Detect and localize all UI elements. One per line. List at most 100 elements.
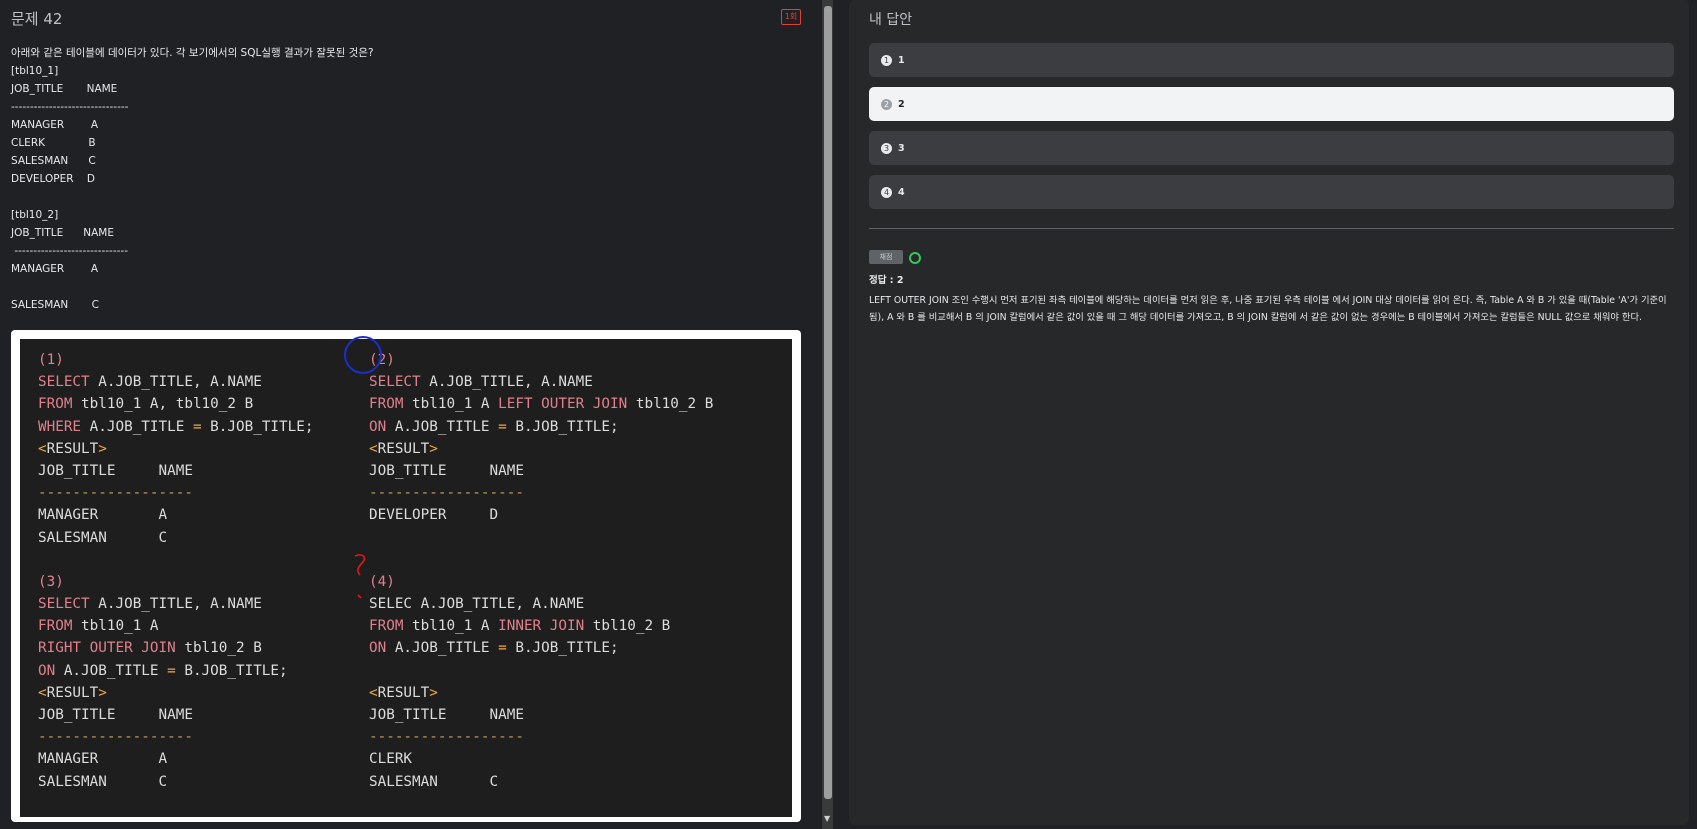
code-token: WHERE <box>38 418 82 435</box>
code-token: (1) <box>38 352 64 368</box>
code-line: FROM tbl10_1 A <box>38 615 313 637</box>
code-token: B.JOB_TITLE; <box>506 640 619 657</box>
answer-option-4[interactable]: 4 4 <box>869 175 1674 209</box>
code-token: SALESMAN C <box>38 529 168 546</box>
question-line: MANAGER A <box>11 263 99 275</box>
correct-mark-icon <box>909 252 921 264</box>
code-token: CLERK <box>369 751 413 768</box>
code-token: tbl10_1 A <box>72 618 159 635</box>
code-token: RESULT <box>377 684 430 701</box>
code-token: SELECT <box>38 596 90 613</box>
code-token: FROM <box>38 618 73 635</box>
code-token: tbl10_1 A, tbl10_2 B <box>72 396 254 413</box>
code-line: FROM tbl10_1 A, tbl10_2 B <box>38 393 313 415</box>
option-label: 3 <box>898 142 905 154</box>
question-line: SALESMAN C <box>11 155 96 167</box>
code-token: JOB_TITLE NAME <box>369 462 524 479</box>
code-line: (2) <box>369 349 713 371</box>
code-line: JOB_TITLE NAME <box>369 460 713 482</box>
annotation-scribble <box>354 554 366 599</box>
annotation-circle <box>344 336 382 374</box>
code-token: ------------------ <box>38 729 193 746</box>
code-line: MANAGER A <box>38 504 313 526</box>
code-line: SALESMAN C <box>38 527 313 549</box>
code-token: MANAGER A <box>38 507 168 524</box>
code-token: FROM <box>38 396 73 413</box>
code-line: FROM tbl10_1 A INNER JOIN tbl10_2 B <box>369 615 713 637</box>
code-token: A.JOB_TITLE <box>386 640 499 657</box>
code-line: WHERE A.JOB_TITLE = B.JOB_TITLE; <box>38 416 313 438</box>
question-line: CLERK B <box>11 137 96 149</box>
code-line: (3) <box>38 571 313 593</box>
question-line: ------------------------------ <box>11 245 129 257</box>
code-token: B.JOB_TITLE; <box>201 418 314 435</box>
code-line: ON A.JOB_TITLE = B.JOB_TITLE; <box>369 416 713 438</box>
code-token: > <box>429 684 438 701</box>
code-token: tbl10_1 A <box>403 618 499 635</box>
code-token: = <box>498 418 507 435</box>
code-token: A.JOB_TITLE <box>55 662 168 679</box>
code-line: JOB_TITLE NAME <box>369 704 713 726</box>
code-token: ------------------ <box>369 485 524 502</box>
code-line: CLERK <box>369 748 713 770</box>
code-token: FROM <box>369 618 404 635</box>
code-token: RESULT <box>46 684 99 701</box>
code-token: = <box>167 662 176 679</box>
code-line: JOB_TITLE NAME <box>38 460 313 482</box>
question-text: 아래와 같은 테이블에 데이터가 있다. 각 보기에서의 SQL실행 결과가 잘… <box>11 44 791 314</box>
code-line: <RESULT> <box>38 438 313 460</box>
code-token: FROM <box>369 396 404 413</box>
code-line: SELECT A.JOB_TITLE, A.NAME <box>38 371 313 393</box>
code-token: = <box>498 640 507 657</box>
answer-option-3[interactable]: 3 3 <box>869 131 1674 165</box>
question-line: SALESMAN C <box>11 299 99 311</box>
code-line: MANAGER A <box>38 748 313 770</box>
code-token: RIGHT OUTER JOIN <box>38 640 176 657</box>
code-column-left: (1) SELECT A.JOB_TITLE, A.NAME FROM tbl10_… <box>38 349 313 793</box>
answer-option-1[interactable]: 1 1 <box>869 43 1674 77</box>
code-line: SALESMAN C <box>369 771 713 793</box>
question-line <box>11 278 791 296</box>
scrollbar-thumb[interactable] <box>824 6 832 799</box>
code-token: < <box>369 684 378 701</box>
code-token: SELECT <box>369 374 421 391</box>
code-token: A.JOB_TITLE, A.NAME <box>420 374 593 391</box>
code-token: A.JOB_TITLE <box>81 418 193 435</box>
code-token: tbl10_2 B <box>584 618 671 635</box>
code-line: (4) <box>369 571 713 593</box>
question-line: JOB_TITLE NAME <box>11 83 118 95</box>
code-column-right: (2) SELECT A.JOB_TITLE, A.NAME FROM tbl10_… <box>369 349 713 793</box>
code-token: B.JOB_TITLE; <box>506 418 619 435</box>
code-token: (3) <box>38 573 64 590</box>
option-label: 1 <box>898 54 905 66</box>
option-number-icon: 3 <box>881 142 892 154</box>
code-token: SALESMAN C <box>38 773 168 790</box>
code-token: SALESMAN C <box>369 773 499 790</box>
code-token: A.JOB_TITLE, A.NAME <box>89 374 262 391</box>
question-line: [tbl10_1] <box>11 65 59 77</box>
question-line: [tbl10_2] <box>11 209 59 221</box>
code-line: ------------------ <box>369 726 713 748</box>
code-token: RESULT <box>377 440 430 457</box>
scroll-down-arrow-icon[interactable]: ▼ <box>824 814 830 823</box>
question-line: DEVELOPER D <box>11 173 95 185</box>
code-token: B.JOB_TITLE; <box>175 662 288 679</box>
answer-option-2[interactable]: 2 2 <box>869 87 1674 121</box>
code-token: ON <box>38 662 56 679</box>
option-label: 2 <box>898 98 905 110</box>
code-line: ------------------ <box>38 726 313 748</box>
code-token: > <box>98 684 107 701</box>
code-token: DEVELOPER D <box>369 507 499 524</box>
option-number-icon: 1 <box>881 54 892 66</box>
question-line: JOB_TITLE NAME <box>11 227 114 239</box>
option-number-icon: 2 <box>881 98 892 110</box>
question-line: 아래와 같은 테이블에 데이터가 있다. 각 보기에서의 SQL실행 결과가 잘… <box>11 47 374 59</box>
code-line: ON A.JOB_TITLE = B.JOB_TITLE; <box>38 660 313 682</box>
code-line: ON A.JOB_TITLE = B.JOB_TITLE; <box>369 637 713 659</box>
code-line: SALESMAN C <box>38 771 313 793</box>
code-token: SELEC A.JOB_TITLE, A.NAME <box>369 596 585 613</box>
code-token: JOB_TITLE NAME <box>369 707 524 723</box>
